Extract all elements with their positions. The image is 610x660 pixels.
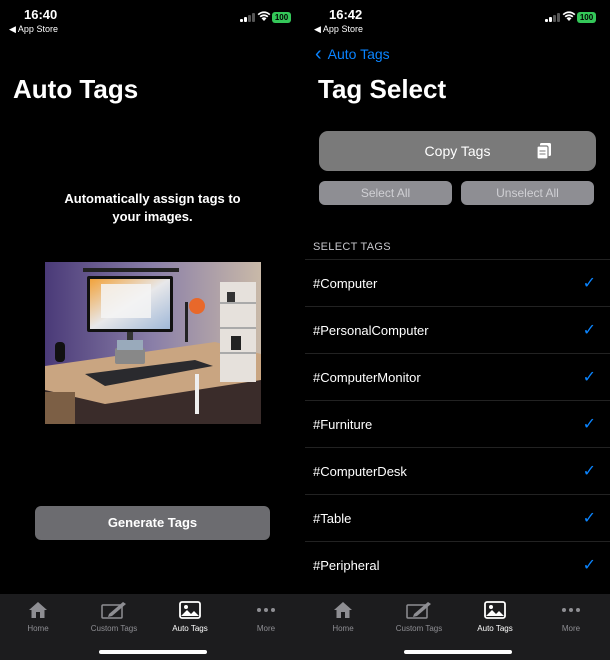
tab-bar: Home Custom Tags Auto Tags More	[0, 594, 305, 660]
page-title: Tag Select	[318, 74, 447, 104]
tab-home-label: Home	[27, 624, 49, 633]
signal-icon	[240, 12, 255, 22]
tab-home[interactable]: Home	[305, 600, 381, 633]
select-all-button[interactable]: Select All	[319, 181, 452, 205]
tag-label: #Table	[313, 511, 352, 526]
tag-label: #Computer	[313, 276, 378, 291]
checkmark-icon: ✓	[582, 369, 596, 386]
tab-more[interactable]: More	[533, 600, 609, 633]
edit-icon	[406, 602, 431, 619]
battery-icon: 100	[272, 12, 291, 23]
back-button-label: Auto Tags	[327, 46, 390, 62]
status-bar: 16:42 ◀ App Store 100	[305, 0, 610, 40]
tag-list: #Computer ✓ #PersonalComputer ✓ #Compute…	[305, 259, 610, 588]
tag-label: #Peripheral	[313, 558, 380, 573]
checkmark-icon: ✓	[582, 416, 596, 433]
chevron-left-icon: ‹	[315, 43, 322, 65]
description-text: Automatically assign tags to your images…	[64, 191, 241, 224]
back-to-app-store-link[interactable]: ◀ App Store	[9, 24, 58, 35]
unselect-all-button[interactable]: Unselect All	[461, 181, 594, 205]
ellipsis-icon	[257, 608, 275, 612]
photo-icon	[484, 601, 506, 619]
copy-tags-label: Copy Tags	[424, 143, 491, 159]
ellipsis-icon	[562, 608, 580, 612]
tab-more-label: More	[256, 624, 276, 633]
tag-row-table[interactable]: #Table ✓	[305, 494, 610, 541]
tab-custom-tags-label: Custom Tags	[90, 624, 138, 633]
tab-auto-tags[interactable]: Auto Tags	[457, 600, 533, 633]
tag-select-screen: 16:42 ◀ App Store 100 ‹ Auto Tags Tag Se…	[305, 0, 610, 660]
tag-row-computer[interactable]: #Computer ✓	[305, 259, 610, 306]
wifi-icon	[562, 11, 576, 21]
battery-icon: 100	[577, 12, 596, 23]
tab-custom-tags[interactable]: Custom Tags	[76, 600, 152, 633]
photo-icon	[179, 601, 201, 619]
tab-more[interactable]: More	[228, 600, 304, 633]
desk-setup-photo	[45, 262, 261, 424]
house-icon	[29, 602, 47, 618]
tab-home-label: Home	[332, 624, 354, 633]
back-to-app-store-link[interactable]: ◀ App Store	[314, 24, 363, 35]
tag-row-computer-desk[interactable]: #ComputerDesk ✓	[305, 447, 610, 494]
tab-auto-tags[interactable]: Auto Tags	[152, 600, 228, 633]
tab-bar: Home Custom Tags Auto Tags More	[305, 594, 610, 660]
tab-more-label: More	[561, 624, 581, 633]
wifi-icon	[257, 11, 271, 21]
checkmark-icon: ✓	[582, 557, 596, 574]
edit-icon	[101, 602, 126, 619]
status-time: 16:40	[24, 7, 58, 22]
tag-row-personal-computer[interactable]: #PersonalComputer ✓	[305, 306, 610, 353]
status-bar: 16:40 ◀ App Store 100	[0, 0, 305, 40]
auto-tags-screen: 16:40 ◀ App Store 100 Auto Tags Automati…	[0, 0, 305, 660]
tab-custom-tags-label: Custom Tags	[395, 624, 443, 633]
copy-icon	[536, 143, 551, 160]
tag-label: #PersonalComputer	[313, 323, 429, 338]
tag-label: #ComputerMonitor	[313, 370, 421, 385]
home-indicator	[403, 650, 512, 654]
generate-tags-button[interactable]: Generate Tags	[35, 506, 270, 540]
house-icon	[334, 602, 352, 618]
tab-home[interactable]: Home	[0, 600, 76, 633]
checkmark-icon: ✓	[582, 275, 596, 292]
tab-auto-tags-label: Auto Tags	[477, 624, 513, 633]
copy-tags-button[interactable]: Copy Tags	[319, 131, 596, 171]
tag-row-computer-monitor[interactable]: #ComputerMonitor ✓	[305, 353, 610, 400]
tab-custom-tags[interactable]: Custom Tags	[381, 600, 457, 633]
home-indicator	[98, 650, 207, 654]
tag-row-peripheral[interactable]: #Peripheral ✓	[305, 541, 610, 588]
status-time: 16:42	[329, 7, 363, 22]
signal-icon	[545, 12, 560, 22]
back-button[interactable]: ‹ Auto Tags	[315, 43, 390, 65]
checkmark-icon: ✓	[582, 463, 596, 480]
tab-auto-tags-label: Auto Tags	[172, 624, 208, 633]
select-tags-header: SELECT TAGS	[313, 241, 391, 253]
tag-row-furniture[interactable]: #Furniture ✓	[305, 400, 610, 447]
checkmark-icon: ✓	[582, 322, 596, 339]
checkmark-icon: ✓	[582, 510, 596, 527]
tag-label: #ComputerDesk	[313, 464, 407, 479]
tag-label: #Furniture	[313, 417, 373, 432]
page-title: Auto Tags	[13, 74, 139, 104]
